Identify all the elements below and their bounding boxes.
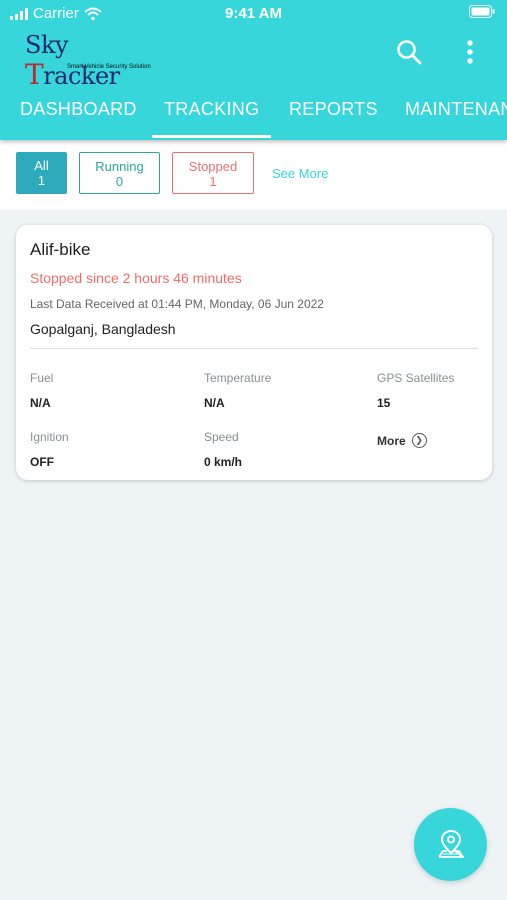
filter-running-count: 0 [115,174,124,189]
gps-satellites-label: GPS Satellites [377,371,455,385]
logo-brand-r: T [25,58,44,91]
last-data-received: Last Data Received at 01:44 PM, Monday, … [30,297,324,311]
vehicle-status-text: Stopped since 2 hours 46 minutes [30,270,242,286]
filter-running-label: Running [95,159,144,174]
status-time: 9:41 AM [225,5,282,22]
vehicle-name: Alif-bike [30,240,91,259]
vehicle-card[interactable]: Alif-bike Stopped since 2 hours 46 minut… [16,225,492,480]
more-label: More [377,433,406,448]
speed-value: 0 km/h [204,455,243,469]
status-bar: Carrier 9:41 AM [0,0,507,28]
tab-tracking[interactable]: TRACKING [151,88,272,140]
tab-dashboard[interactable]: DASHBOARD [20,88,137,140]
search-button[interactable] [394,37,424,67]
ignition-value: OFF [30,455,54,469]
filter-all-label: All [34,158,49,173]
filter-all-count: 1 [37,173,46,188]
fuel-label: Fuel [30,371,54,385]
map-fab-button[interactable] [414,808,487,881]
vehicle-location: Gopalganj, Bangladesh [30,321,176,337]
ignition-label: Ignition [30,430,69,444]
filter-stopped-chip[interactable]: Stopped 1 [172,152,254,194]
see-more-link[interactable]: See More [272,166,328,181]
gps-satellites-value: 15 [377,396,391,410]
card-divider [30,348,478,349]
logo-tagline: Smart Vehicle Security Solution [67,64,151,70]
logo-brand-left: Sky [25,31,69,59]
status-filters: All 1 Running 0 Stopped 1 See More [16,152,328,194]
fuel-value: N/A [30,396,51,410]
tab-reports[interactable]: REPORTS [289,88,378,140]
battery-icon [469,5,495,18]
speed-label: Speed [204,430,239,444]
search-icon [397,40,422,65]
more-button[interactable]: More ❯ [377,433,427,448]
app-logo: Sky Tracker Smart Vehicle Security Solut… [25,30,151,90]
overflow-menu-button[interactable] [455,37,485,67]
temperature-label: Temperature [204,371,272,385]
temperature-value: N/A [204,396,225,410]
filter-stopped-label: Stopped [188,159,238,174]
app-bar: Carrier 9:41 AM Sky Tracker Smart Vehicl… [0,0,507,140]
map-pin-icon [437,829,464,858]
filter-all-chip[interactable]: All 1 [16,152,67,194]
filter-running-chip[interactable]: Running 0 [79,152,160,194]
chevron-right-icon: ❯ [411,433,427,448]
filter-stopped-count: 1 [209,174,217,189]
more-vert-icon [467,40,473,64]
tab-maintenance[interactable]: MAINTENAN [405,88,507,140]
